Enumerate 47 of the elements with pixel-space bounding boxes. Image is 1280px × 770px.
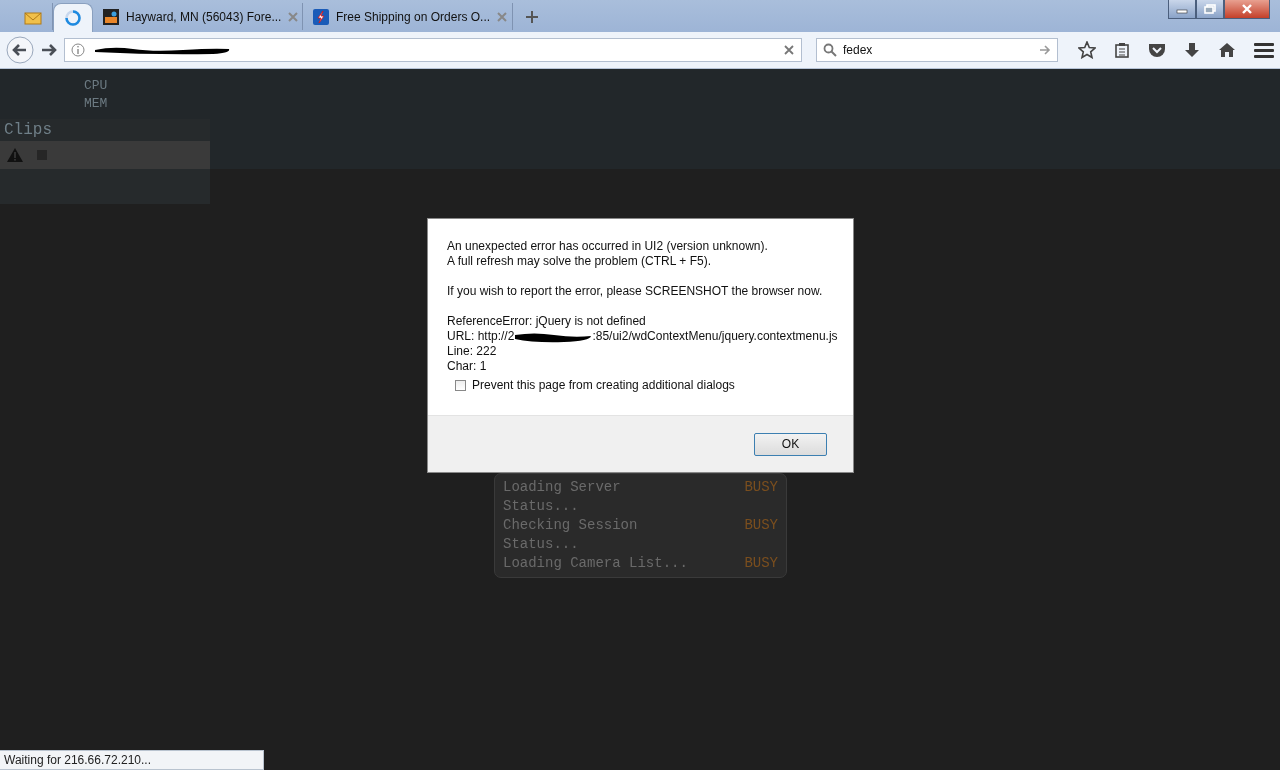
- back-icon[interactable]: [6, 36, 34, 64]
- checkbox-label: Prevent this page from creating additional dialogs: [472, 378, 735, 393]
- info-icon: [71, 43, 85, 57]
- error-name: ReferenceError: jQuery is not defined: [447, 314, 647, 329]
- url-prefix: URL: http://2: [447, 329, 515, 344]
- search-icon: [823, 43, 837, 57]
- site-favicon-icon: [313, 8, 329, 25]
- search-field[interactable]: fedex: [816, 38, 1058, 62]
- address-field[interactable]: [64, 38, 802, 62]
- loading-step: Checking Session Status...: [503, 516, 693, 554]
- close-window-icon: [1240, 4, 1254, 14]
- checkbox[interactable]: [455, 380, 466, 391]
- home-icon[interactable]: [1218, 42, 1236, 58]
- go-arrow-icon[interactable]: [1039, 45, 1051, 55]
- loading-step: Loading Camera List...: [503, 554, 693, 573]
- url-path: :85/ui2/wdContextMenu/jquery.contextmenu.js: [592, 329, 838, 344]
- restore-icon: [1203, 4, 1217, 14]
- minimize-button[interactable]: [1168, 0, 1196, 19]
- clear-icon[interactable]: [783, 44, 795, 56]
- new-tab-icon[interactable]: [525, 10, 539, 24]
- restore-button[interactable]: [1196, 0, 1224, 19]
- stat-label: CPU: [84, 77, 108, 95]
- browser-tab[interactable]: [53, 3, 93, 32]
- site-favicon-icon: [103, 8, 119, 25]
- loading-step: Loading Server Status...: [503, 478, 693, 516]
- panel-title: Clips: [3, 120, 53, 141]
- status-label: BUSY: [744, 478, 778, 497]
- loading-spinner-icon: [64, 9, 82, 27]
- status-text: Waiting for 216.66.72.210...: [4, 753, 151, 767]
- clipboard-icon[interactable]: [1114, 42, 1130, 58]
- ok-button[interactable]: OK: [754, 432, 827, 456]
- pocket-icon[interactable]: [1148, 42, 1166, 58]
- status-label: BUSY: [744, 554, 778, 573]
- char-number: Char: 1: [447, 359, 488, 374]
- browser-tab[interactable]: Hayward, MN (56043) Fore...: [93, 3, 303, 30]
- line-number: Line: 222: [447, 344, 498, 359]
- error-message: A full refresh may solve the problem (CTRL + F5).: [447, 254, 712, 269]
- status-label: BUSY: [744, 516, 778, 535]
- download-icon[interactable]: [1184, 42, 1200, 58]
- stat-label: MEM: [84, 95, 108, 113]
- close-window-button[interactable]: [1224, 0, 1270, 19]
- forward-icon[interactable]: [40, 42, 58, 58]
- report-instruction: If you wish to report the error, please SCREENSHOT the browser now.: [447, 284, 824, 299]
- error-message: An unexpected error has occurred in UI2 (version unknown).: [447, 239, 769, 254]
- star-icon[interactable]: [1078, 41, 1096, 59]
- browser-tab[interactable]: Free Shipping on Orders O...: [303, 3, 513, 30]
- menu-icon[interactable]: [1254, 42, 1274, 58]
